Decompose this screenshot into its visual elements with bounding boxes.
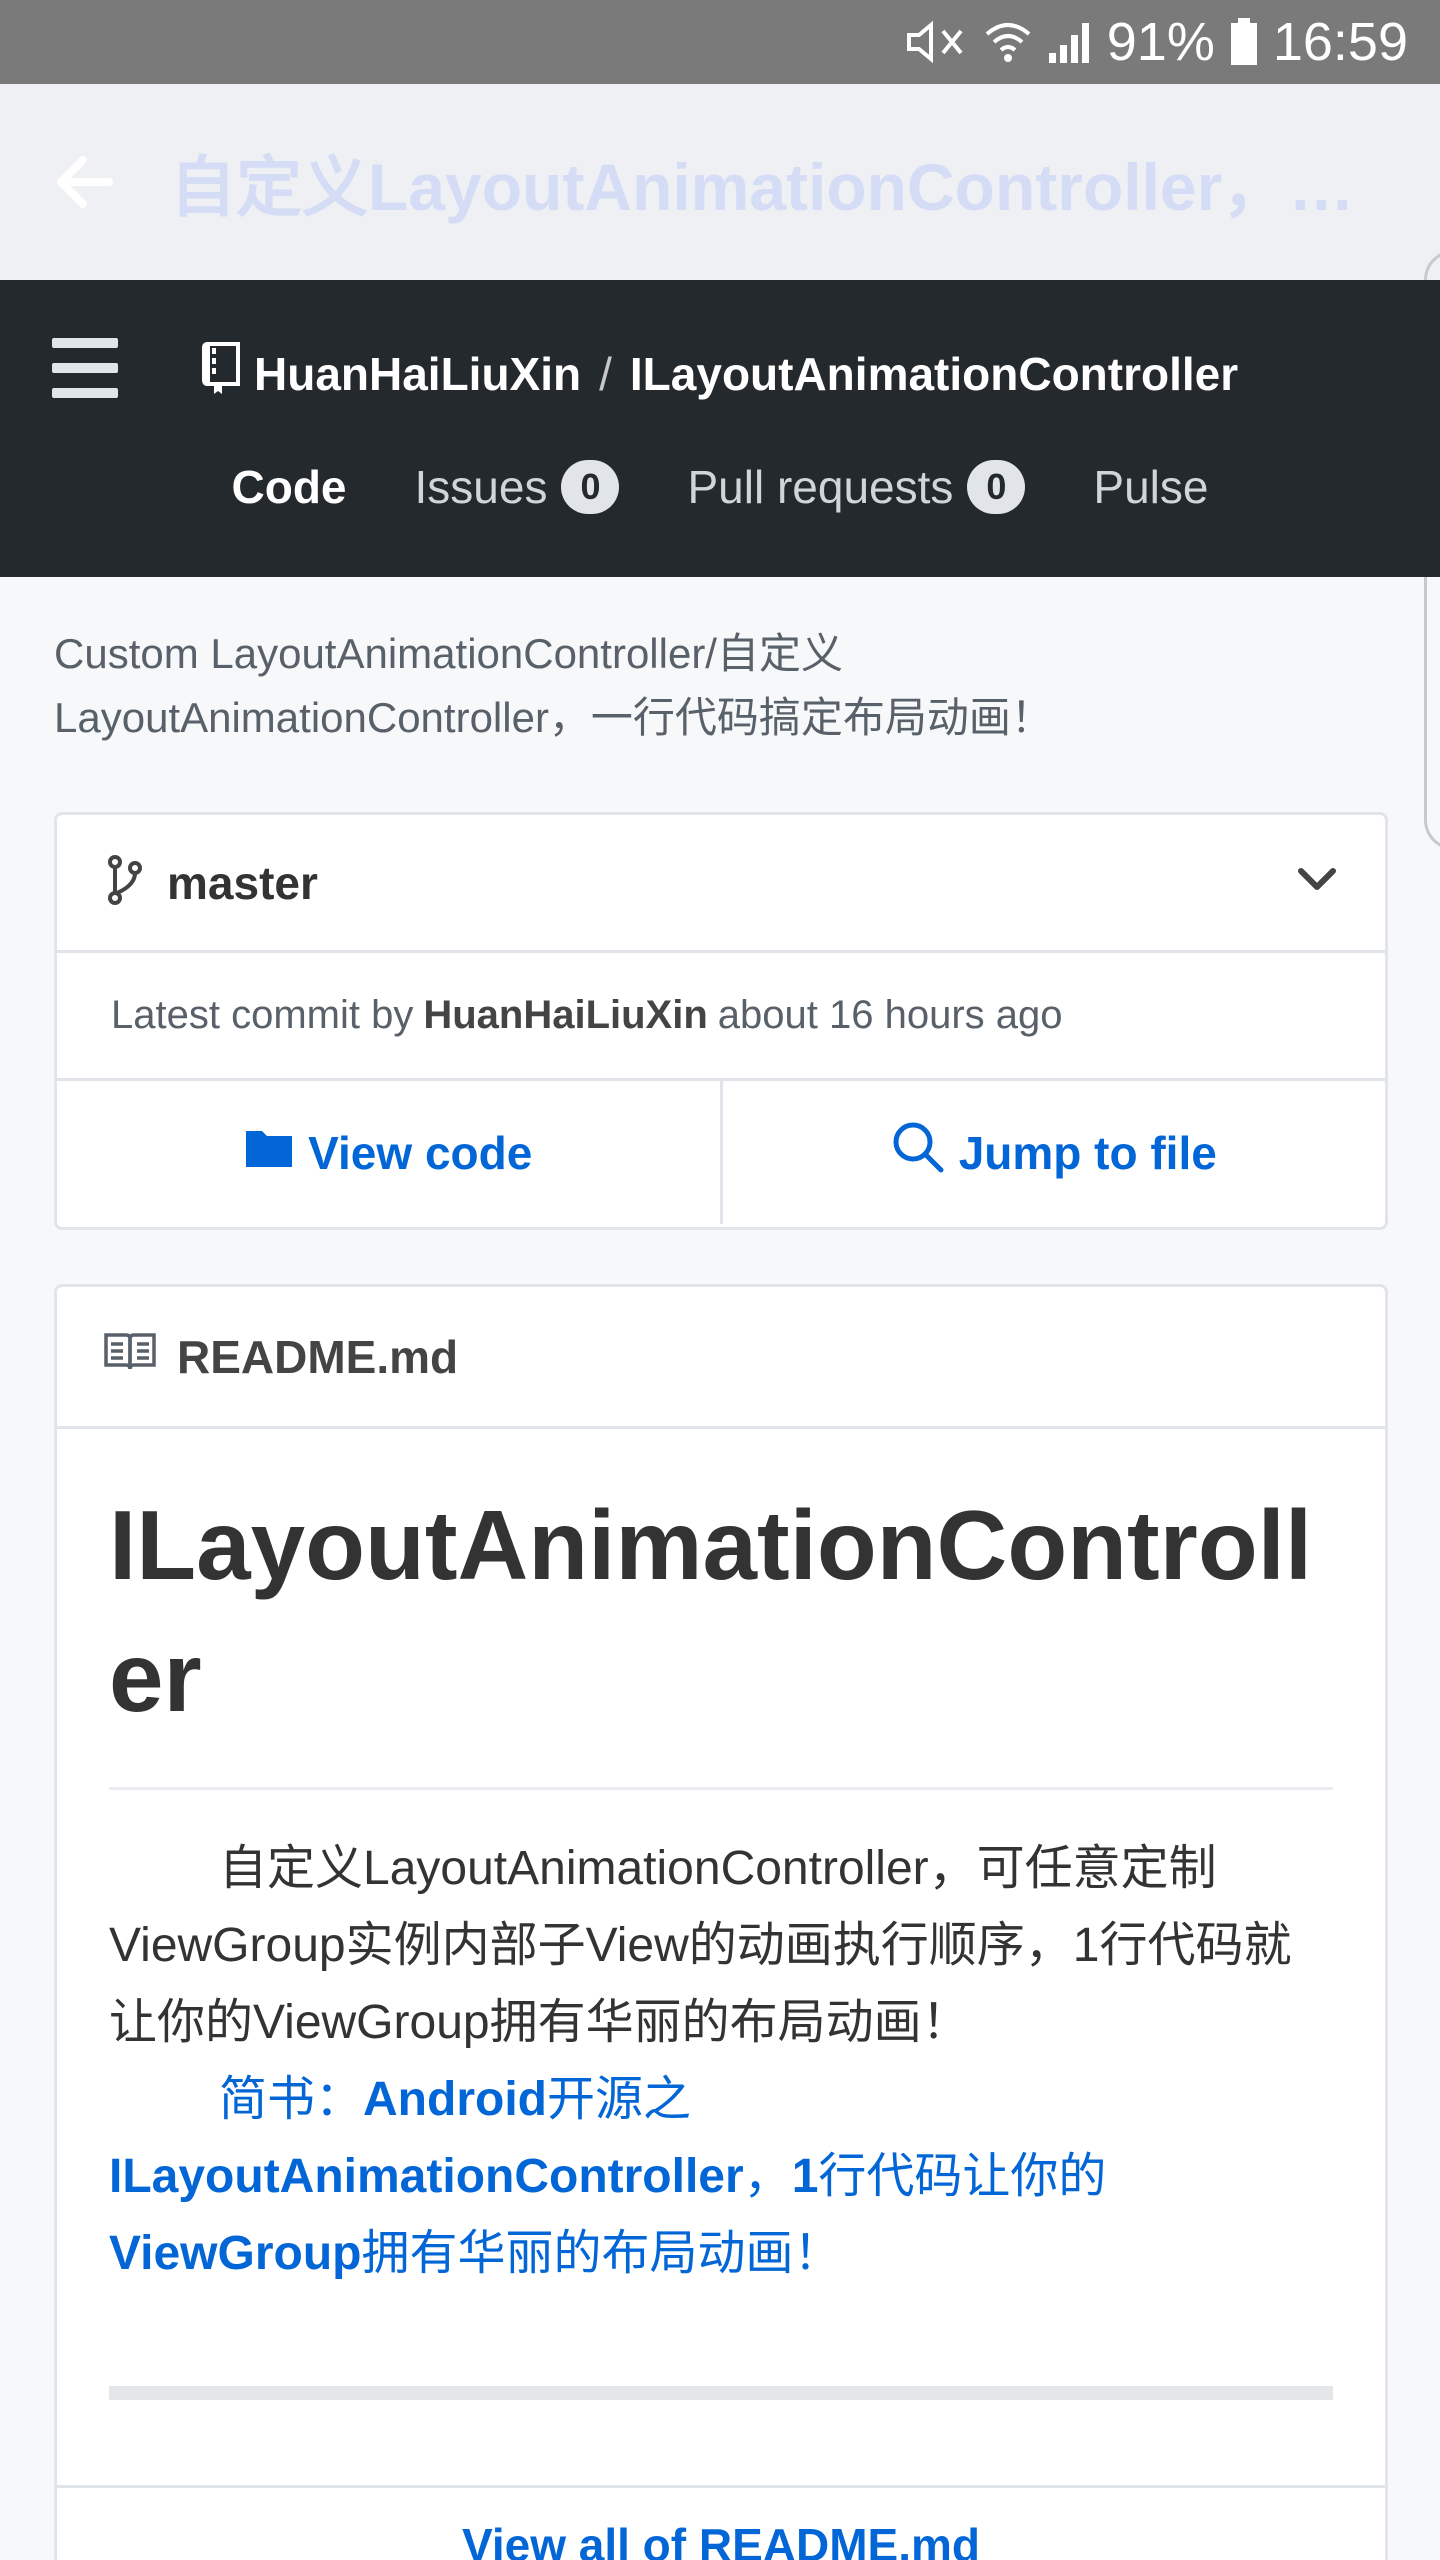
repo-owner-link[interactable]: HuanHaiLiuXin: [254, 347, 581, 401]
code-actions: View code Jump to file: [57, 1081, 1385, 1224]
tab-code[interactable]: Code: [232, 460, 347, 514]
link-part: ViewGroup: [109, 2227, 362, 2280]
readme-panel: README.md ILayoutAnimationController 自定义…: [54, 1284, 1388, 2560]
readme-content: ILayoutAnimationController 自定义LayoutAnim…: [57, 1429, 1385, 2400]
jump-to-file-button[interactable]: Jump to file: [723, 1081, 1386, 1224]
jump-to-file-label: Jump to file: [958, 1126, 1217, 1179]
branch-panel: master Latest commit by HuanHaiLiuXin ab…: [54, 812, 1388, 1230]
arrow-left-icon: [57, 156, 113, 208]
app-bar: 自定义LayoutAnimationController，一...: [0, 84, 1440, 280]
tab-issues[interactable]: Issues 0: [415, 460, 620, 514]
link-part: ，: [743, 2150, 792, 2203]
branch-selector[interactable]: master: [57, 815, 1385, 953]
readme-header: README.md: [57, 1287, 1385, 1429]
readme-filename: README.md: [177, 1330, 459, 1383]
repo-tabs: Code Issues 0 Pull requests 0 Pulse: [0, 460, 1440, 514]
folder-icon: [244, 1126, 294, 1180]
battery-percent: 91%: [1106, 12, 1215, 72]
repo-description: Custom LayoutAnimationController/自定义Layo…: [54, 630, 1053, 741]
commit-time: about 16 hours ago: [717, 993, 1063, 1037]
link-part: ILayoutAnimationController: [109, 2150, 744, 2203]
repo-book-icon: [200, 340, 242, 407]
app-title: 自定义LayoutAnimationController，一...: [170, 150, 1400, 224]
chevron-down-icon: [1297, 865, 1337, 898]
link-part: Android: [363, 2073, 547, 2126]
battery-icon: [1229, 18, 1259, 66]
hamburger-menu-button[interactable]: [52, 338, 118, 398]
issues-count-badge: 0: [561, 460, 620, 514]
signal-icon: [1047, 19, 1093, 65]
commit-prefix: Latest commit by: [111, 993, 414, 1037]
jianshu-article-link[interactable]: 简书：Android开源之 ILayoutAnimationController，…: [109, 2061, 1333, 2292]
git-branch-icon: [105, 854, 145, 911]
view-code-label: View code: [308, 1126, 533, 1179]
readme-divider: [109, 2386, 1333, 2400]
repo-separator: /: [599, 347, 612, 400]
view-all-readme-link[interactable]: View all of README.md: [57, 2485, 1385, 2560]
link-part: 拥有华丽的布局动画！: [361, 2227, 842, 2280]
repo-title: HuanHaiLiuXin / ILayoutAnimationControll…: [200, 340, 1238, 407]
back-button[interactable]: [0, 84, 170, 280]
tab-issues-label: Issues: [414, 461, 548, 513]
readme-paragraph: 自定义LayoutAnimationController，可任意定制ViewGr…: [109, 1830, 1333, 2061]
view-code-button[interactable]: View code: [57, 1081, 723, 1224]
link-part: 开源之: [546, 2073, 691, 2126]
wifi-icon: [983, 18, 1033, 66]
tab-pulse[interactable]: Pulse: [1093, 460, 1208, 514]
latest-commit-info: Latest commit by HuanHaiLiuXin about 16 …: [57, 953, 1385, 1081]
tab-pull-requests[interactable]: Pull requests 0: [687, 460, 1026, 514]
tab-pull-requests-label: Pull requests: [687, 461, 954, 513]
clock: 16:59: [1272, 12, 1408, 72]
commit-author[interactable]: HuanHaiLiuXin: [423, 993, 707, 1038]
link-part: 行代码让你的: [818, 2150, 1107, 2203]
tab-pulse-label: Pulse: [1093, 461, 1209, 513]
tab-code-label: Code: [231, 461, 347, 513]
repo-name-link[interactable]: ILayoutAnimationController: [630, 347, 1238, 401]
repo-header: HuanHaiLiuXin / ILayoutAnimationControll…: [0, 280, 1440, 577]
pull-requests-count-badge: 0: [967, 460, 1026, 514]
link-part: 1: [791, 2150, 819, 2203]
book-icon: [103, 1330, 157, 1384]
readme-paragraph-text: 自定义LayoutAnimationController，可任意定制ViewGr…: [109, 1842, 1292, 2049]
link-part: 简书：: [219, 2073, 364, 2126]
mute-icon: [903, 19, 969, 65]
branch-name: master: [167, 856, 318, 909]
readme-heading: ILayoutAnimationController: [109, 1479, 1333, 1790]
status-bar: 91% 16:59: [0, 0, 1440, 84]
search-icon: [891, 1120, 945, 1185]
